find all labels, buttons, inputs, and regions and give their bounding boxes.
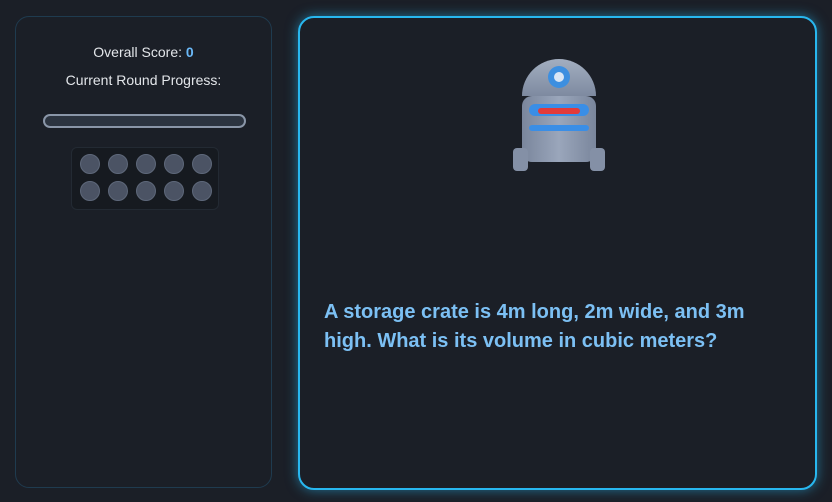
robot-icon [513, 59, 605, 171]
game-screen: Overall Score: 0 Current Round Progress: [0, 0, 832, 502]
round-progress-bar [43, 114, 246, 128]
score-label: Overall Score: [93, 44, 182, 60]
round-slot-dot [192, 181, 212, 201]
round-slot-dot [136, 181, 156, 201]
round-slot-dot [192, 154, 212, 174]
round-slot-dot [136, 154, 156, 174]
overall-score: Overall Score: 0 [16, 44, 271, 60]
round-slot-dot [108, 154, 128, 174]
round-dot-grid [80, 154, 218, 201]
round-slot-dot [108, 181, 128, 201]
round-slot-dot [80, 154, 100, 174]
score-value: 0 [185, 44, 194, 60]
round-slot-dot [164, 154, 184, 174]
round-slot-dot [80, 181, 100, 201]
scoreboard-panel: Overall Score: 0 Current Round Progress: [15, 16, 272, 488]
question-panel: A storage crate is 4m long, 2m wide, and… [298, 16, 817, 490]
question-text: A storage crate is 4m long, 2m wide, and… [324, 301, 745, 352]
round-progress-label: Current Round Progress: [65, 72, 222, 88]
round-tracker [71, 147, 219, 210]
round-slot-dot [164, 181, 184, 201]
